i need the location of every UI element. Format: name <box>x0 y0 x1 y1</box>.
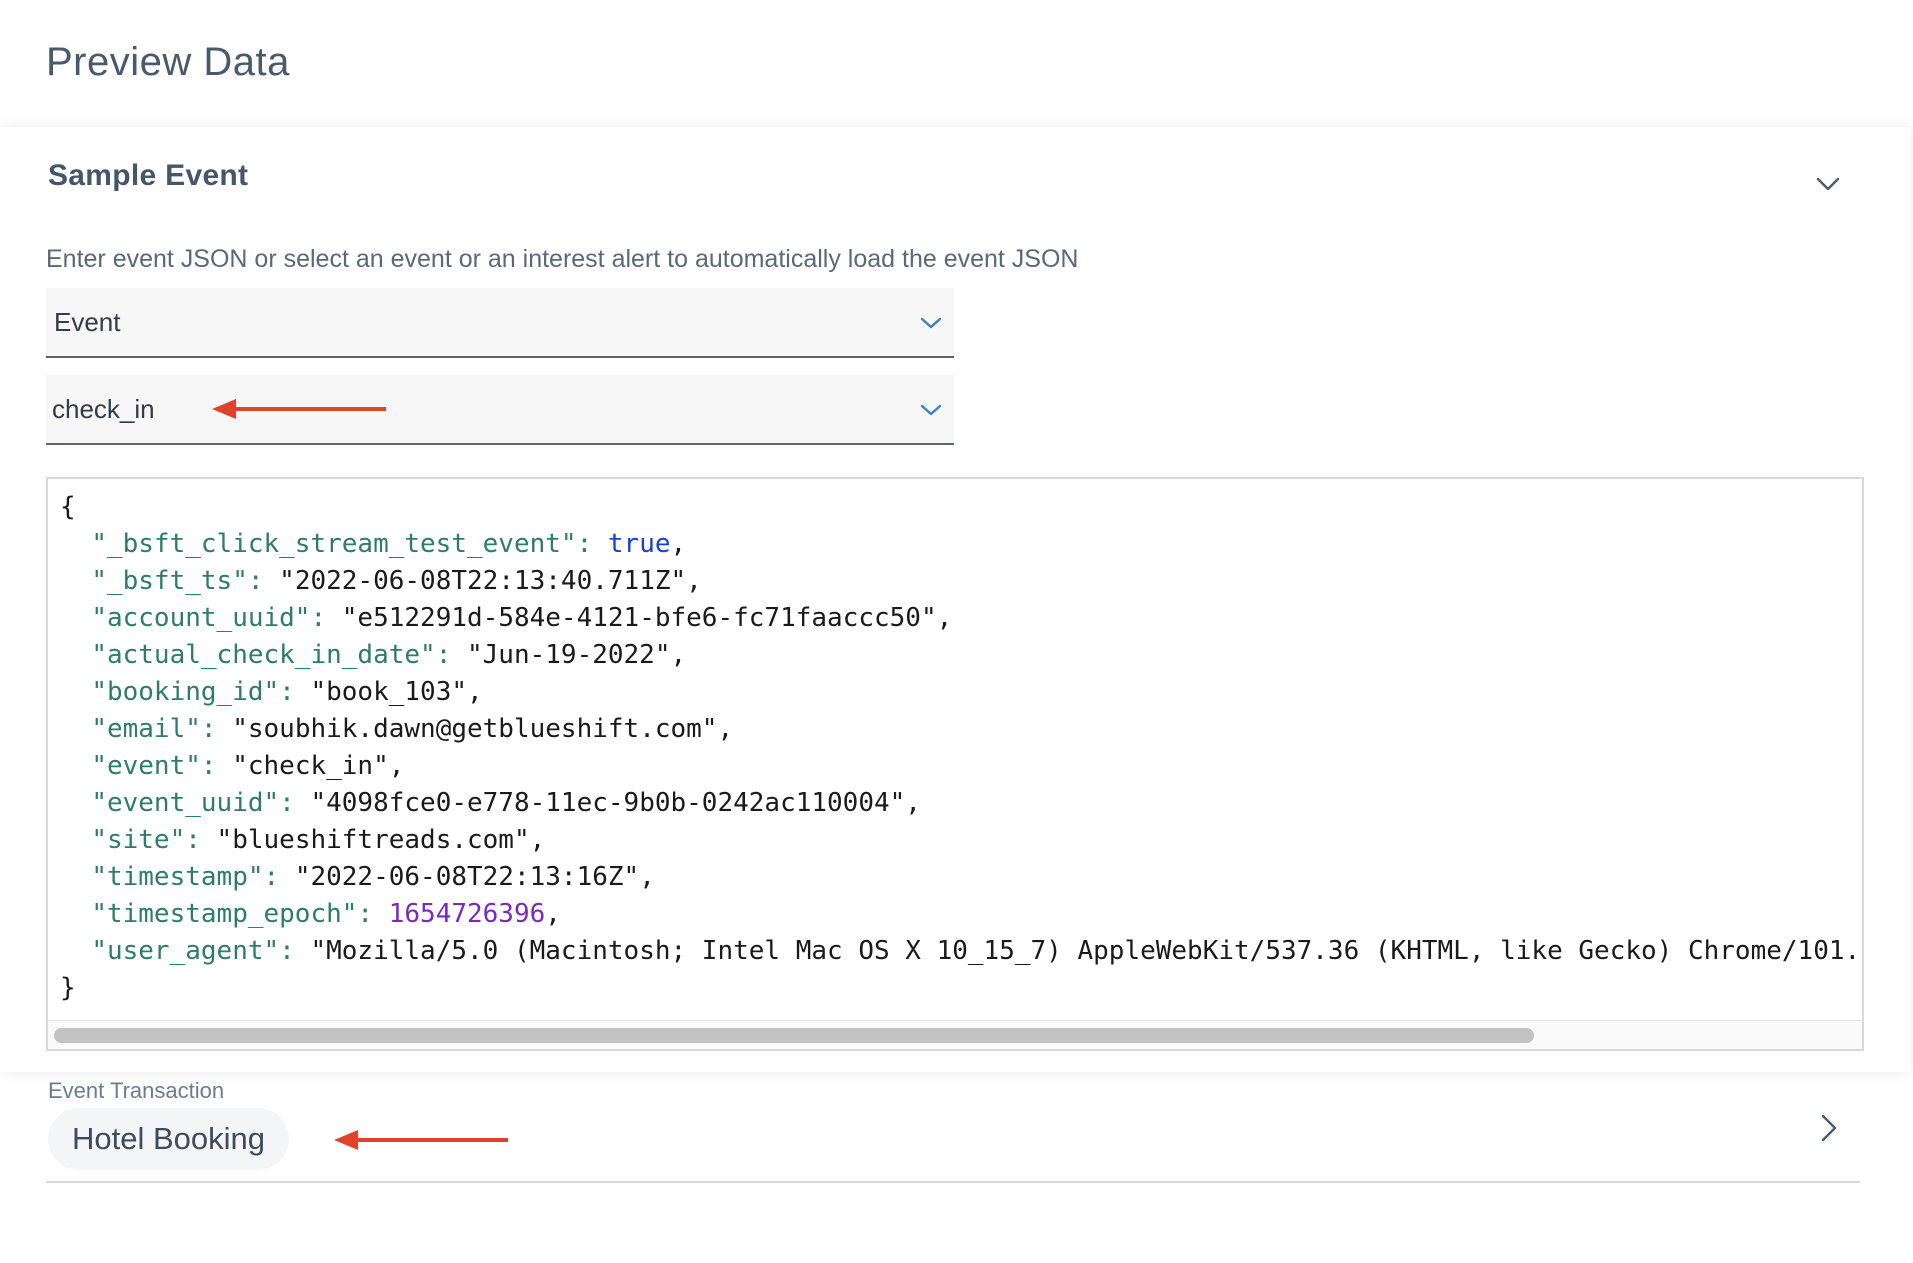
json-separator: : <box>279 788 311 818</box>
event-transaction-chip[interactable]: Hotel Booking <box>48 1108 290 1170</box>
json-line: "account_uuid": "e512291d-584e-4121-bfe6… <box>60 600 1860 637</box>
json-key: "booking_id" <box>91 677 280 707</box>
json-line: "_bsft_ts": "2022-06-08T22:13:40.711Z", <box>60 563 1860 600</box>
event-transaction-expand-button[interactable] <box>1808 1108 1848 1148</box>
event-type-select[interactable]: Event <box>46 288 954 358</box>
json-value: "blueshiftreads.com" <box>216 825 530 855</box>
event-name-select[interactable]: check_in <box>46 375 954 445</box>
json-line: { <box>60 489 1860 526</box>
page-title: Preview Data <box>46 40 290 84</box>
json-brace: } <box>60 973 76 1003</box>
event-transaction-label: Event Transaction <box>48 1078 225 1103</box>
json-value: "2022-06-08T22:13:40.711Z" <box>279 566 687 596</box>
json-separator: : <box>279 677 311 707</box>
json-value: "e512291d-584e-4121-bfe6-fc71faaccc50" <box>341 603 937 633</box>
horizontal-scrollbar[interactable] <box>48 1020 1862 1049</box>
json-key: "user_agent" <box>91 936 280 966</box>
json-value: "check_in" <box>232 751 389 781</box>
json-value: "4098fce0-e778-11ec-9b0b-0242ac110004" <box>310 788 906 818</box>
json-separator: : <box>310 603 342 633</box>
json-value: "Mozilla/5.0 (Macintosh; Intel Mac OS X … <box>310 936 1861 966</box>
event-type-value: Event <box>54 307 121 337</box>
json-key: "_bsft_ts" <box>91 566 248 596</box>
section-divider <box>46 1181 1860 1183</box>
json-key: "timestamp" <box>91 862 264 892</box>
chevron-down-icon <box>920 404 942 416</box>
json-line: "user_agent": "Mozilla/5.0 (Macintosh; I… <box>60 933 1860 970</box>
json-line: "_bsft_click_stream_test_event": true, <box>60 526 1860 563</box>
json-key: "email" <box>91 714 201 744</box>
json-separator: : <box>435 640 467 670</box>
event-transaction-value: Hotel Booking <box>72 1121 266 1156</box>
json-key: "account_uuid" <box>91 603 311 633</box>
json-key: "timestamp_epoch" <box>91 899 358 929</box>
json-code: { "_bsft_click_stream_test_event": true,… <box>60 489 1860 1007</box>
json-line: "booking_id": "book_103", <box>60 674 1860 711</box>
instructions-text: Enter event JSON or select an event or a… <box>46 245 1079 273</box>
sample-event-title: Sample Event <box>48 159 249 192</box>
collapse-panel-button[interactable] <box>1808 163 1848 203</box>
json-key: "site" <box>91 825 186 855</box>
json-comma: , <box>388 751 405 781</box>
json-separator: : <box>200 714 233 744</box>
event-json-editor[interactable]: { "_bsft_click_stream_test_event": true,… <box>46 477 1864 1051</box>
json-comma: , <box>529 825 546 855</box>
json-separator: : <box>576 529 608 559</box>
event-name-value: check_in <box>52 394 155 424</box>
json-line: "timestamp": "2022-06-08T22:13:16Z", <box>60 859 1860 896</box>
json-comma: , <box>717 714 734 744</box>
json-separator: : <box>185 825 217 855</box>
json-separator: : <box>200 751 233 781</box>
scrollbar-thumb[interactable] <box>54 1028 1534 1043</box>
chevron-down-icon <box>1816 177 1840 191</box>
json-key: "_bsft_click_stream_test_event" <box>91 529 577 559</box>
json-line: "actual_check_in_date": "Jun-19-2022", <box>60 637 1860 674</box>
json-comma: , <box>686 566 702 596</box>
json-comma: , <box>905 788 921 818</box>
json-value: "soubhik.dawn@getblueshift.com" <box>232 714 718 744</box>
chevron-right-icon <box>1821 1114 1837 1142</box>
arrow-left-icon <box>334 1130 508 1150</box>
json-value: "Jun-19-2022" <box>467 640 671 670</box>
sample-event-panel: Sample Event Enter event JSON or select … <box>0 127 1910 1072</box>
json-separator: : <box>263 862 295 892</box>
chevron-down-icon <box>920 317 942 329</box>
json-line: "event_uuid": "4098fce0-e778-11ec-9b0b-0… <box>60 785 1860 822</box>
json-separator: : <box>357 899 389 929</box>
json-key: "actual_check_in_date" <box>91 640 436 670</box>
json-separator: : <box>279 936 311 966</box>
json-line: "timestamp_epoch": 1654726396, <box>60 896 1860 933</box>
json-comma: , <box>545 899 561 929</box>
arrow-left-icon <box>212 399 386 419</box>
json-key: "event" <box>91 751 201 781</box>
json-line: } <box>60 970 1860 1007</box>
json-key: "event_uuid" <box>91 788 280 818</box>
json-comma: , <box>670 529 687 559</box>
json-value: "book_103" <box>310 677 468 707</box>
json-comma: , <box>639 862 655 892</box>
json-line: "event": "check_in", <box>60 748 1860 785</box>
json-line: "site": "blueshiftreads.com", <box>60 822 1860 859</box>
json-comma: , <box>936 603 953 633</box>
json-line: "email": "soubhik.dawn@getblueshift.com"… <box>60 711 1860 748</box>
json-comma: , <box>467 677 483 707</box>
json-comma: , <box>670 640 687 670</box>
json-value: 1654726396 <box>388 899 546 929</box>
json-value: "2022-06-08T22:13:16Z" <box>294 862 640 892</box>
json-value: true <box>607 529 671 559</box>
preview-data-page: Preview Data Sample Event Enter event JS… <box>0 0 1913 1263</box>
json-separator: : <box>247 566 280 596</box>
json-brace: { <box>60 492 76 522</box>
